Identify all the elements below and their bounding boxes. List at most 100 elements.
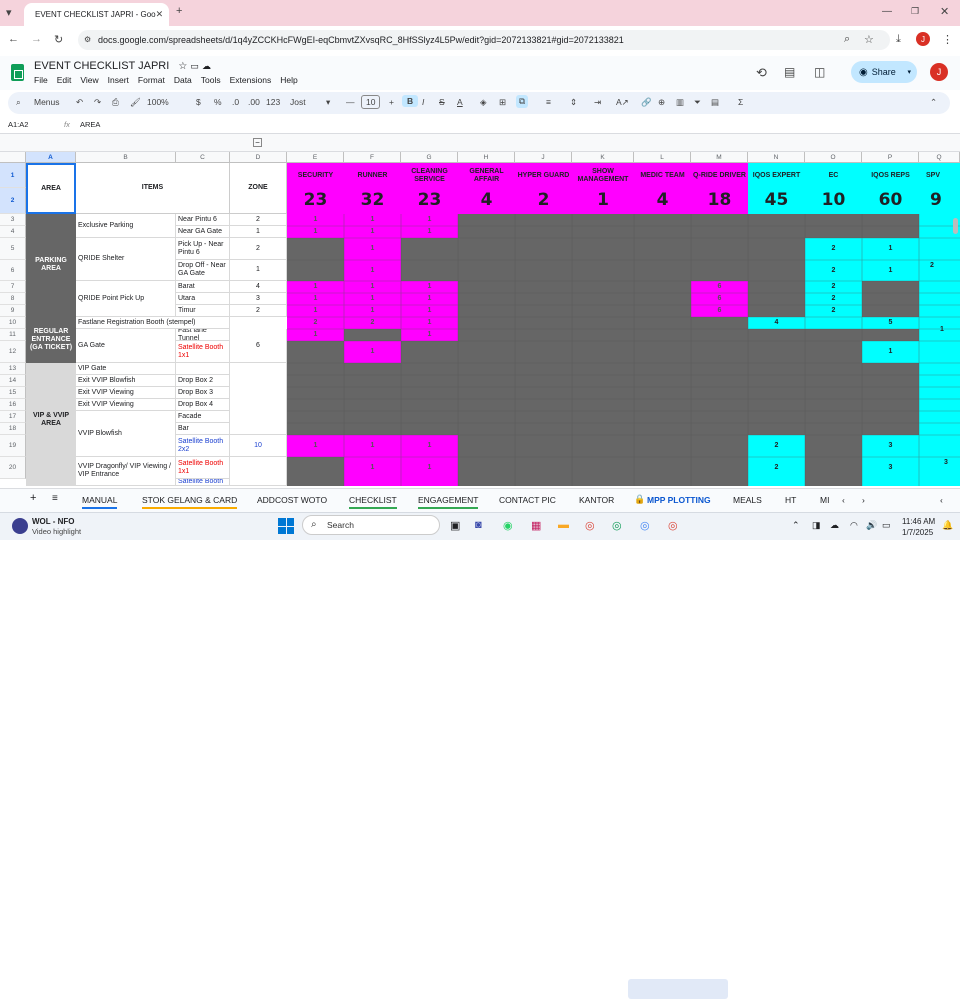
val-e8[interactable]: 1 <box>287 295 344 302</box>
val-p6[interactable]: 1 <box>862 267 919 274</box>
text-wrap-icon[interactable]: ⇥ <box>594 97 601 108</box>
comments-icon[interactable]: ▤ <box>784 65 795 79</box>
zone-r9[interactable]: 2 <box>230 305 287 317</box>
val-f6[interactable]: 1 <box>344 267 401 274</box>
sheet-tab-ht[interactable]: HT <box>785 495 796 505</box>
item-qride-point[interactable]: QRIDE Point Pick Up <box>76 281 176 317</box>
role-label-iqos-reps[interactable]: IQOS REPS <box>862 166 919 186</box>
sub-satellite-1x1-b[interactable]: Satellite Booth 1x1 <box>176 457 230 479</box>
row-header-8[interactable]: 8 <box>0 293 26 305</box>
item-vip-gate[interactable]: VIP Gate <box>76 363 176 375</box>
spreadsheet-grid[interactable]: − A B C D E F G H J K L M N O P Q 1 2 3 … <box>0 134 960 486</box>
menu-tools[interactable]: Tools <box>201 75 221 85</box>
file-explorer-icon[interactable]: ▬ <box>558 519 569 531</box>
val-f7[interactable]: 1 <box>344 283 401 290</box>
sub-satellite-partial[interactable]: Satellite Booth <box>176 479 230 486</box>
new-tab-icon[interactable]: + <box>176 5 182 17</box>
chrome-icon-4[interactable]: ◎ <box>668 519 678 532</box>
column-header-d[interactable]: D <box>230 152 287 163</box>
column-header-g[interactable]: G <box>401 152 458 163</box>
role-total-ec[interactable]: 10 <box>805 190 862 210</box>
row-header-9[interactable]: 9 <box>0 305 26 317</box>
share-dropdown-icon[interactable]: ▾ <box>907 68 911 76</box>
sub-empty-13[interactable] <box>176 363 230 375</box>
val-e4[interactable]: 1 <box>287 228 344 235</box>
role-total-spv[interactable]: 9 <box>930 190 960 210</box>
val-f4[interactable]: 1 <box>344 228 401 235</box>
borders-icon[interactable]: ⊞ <box>499 97 506 108</box>
taskbar-search-input[interactable]: ⌕ Search <box>302 515 440 535</box>
role-total-iqos-reps[interactable]: 60 <box>862 190 919 210</box>
menu-data[interactable]: Data <box>174 75 192 85</box>
row-header-3[interactable]: 3 <box>0 214 26 226</box>
zone-r5[interactable]: 2 <box>230 238 287 260</box>
zone-empty-20[interactable] <box>230 457 287 486</box>
decrease-decimal-button[interactable]: .0 <box>232 97 239 107</box>
sub-drop-box-3[interactable]: Drop Box 3 <box>176 387 230 399</box>
search-menus-label[interactable]: Menus <box>34 97 60 107</box>
val-n19[interactable]: 2 <box>748 442 805 449</box>
val-p20[interactable]: 3 <box>862 464 919 471</box>
row-header-17[interactable]: 17 <box>0 411 26 423</box>
column-header-p[interactable]: P <box>862 152 919 163</box>
task-view-icon[interactable]: ▣ <box>450 519 460 532</box>
role-label-cleaning[interactable]: CLEANING SERVICE <box>401 166 458 186</box>
formula-input[interactable]: AREA <box>80 120 100 129</box>
search-menus-icon[interactable]: ⌕ <box>16 97 21 108</box>
role-label-hyper-guard[interactable]: HYPER GUARD <box>515 166 572 186</box>
font-size-minus-icon[interactable]: — <box>346 97 355 107</box>
row-header-5[interactable]: 5 <box>0 238 26 260</box>
reload-icon[interactable]: ↻ <box>54 33 63 46</box>
horizontal-align-icon[interactable]: ≡ <box>546 97 551 107</box>
val-e3[interactable]: 1 <box>287 216 344 223</box>
menu-help[interactable]: Help <box>280 75 297 85</box>
tabs-scroll-right-icon[interactable]: › <box>862 495 865 505</box>
val-g7[interactable]: 1 <box>401 283 458 290</box>
redo-icon[interactable]: ↷ <box>94 97 101 108</box>
close-tab-icon[interactable]: ✕ <box>156 9 164 20</box>
role-label-spv[interactable]: SPV <box>926 166 956 186</box>
zone-r8[interactable]: 3 <box>230 293 287 305</box>
currency-button[interactable]: $ <box>196 97 201 107</box>
val-f20[interactable]: 1 <box>344 464 401 471</box>
volume-icon[interactable]: 🔊 <box>866 520 877 531</box>
role-total-iqos-expert[interactable]: 45 <box>748 190 805 210</box>
onedrive-icon[interactable]: ☁ <box>830 520 839 531</box>
widget-subtitle[interactable]: Video highlight <box>32 527 81 536</box>
val-f19[interactable]: 1 <box>344 442 401 449</box>
all-sheets-icon[interactable]: ≡ <box>52 493 58 504</box>
sub-satellite-2x2[interactable]: Satellite Booth 2x2 <box>176 435 230 457</box>
number-format-button[interactable]: 123 <box>266 97 280 107</box>
menu-file[interactable]: File <box>34 75 48 85</box>
increase-decimal-button[interactable]: .00 <box>248 97 260 107</box>
role-total-show-management[interactable]: 1 <box>572 190 634 210</box>
text-rotation-icon[interactable]: A↗ <box>616 97 629 108</box>
share-button[interactable]: ◉ Share ▾ <box>851 61 917 83</box>
row-header-11[interactable]: 11 <box>0 329 26 341</box>
bookmark-star-icon[interactable]: ☆ <box>864 33 874 46</box>
sub-drop-off[interactable]: Drop Off - Near GA Gate <box>176 260 230 281</box>
item-exit-vvip-viewing-2[interactable]: Exit VVIP Viewing <box>76 399 176 411</box>
role-label-ec[interactable]: EC <box>805 166 862 186</box>
val-f3[interactable]: 1 <box>344 216 401 223</box>
menu-edit[interactable]: Edit <box>57 75 72 85</box>
filter-icon[interactable]: ⏷ <box>694 97 701 108</box>
sub-near-pintu-6[interactable]: Near Pintu 6 <box>176 214 230 226</box>
move-folder-icon[interactable]: ▭ <box>190 61 199 71</box>
tray-app-icon[interactable]: ◨ <box>812 520 821 531</box>
cloud-status-icon[interactable]: ☁ <box>202 61 211 71</box>
sheet-tab-meals[interactable]: MEALS <box>733 495 762 505</box>
print-icon[interactable]: ⎙ <box>112 97 119 108</box>
strikethrough-icon[interactable]: S <box>439 97 445 107</box>
role-label-security[interactable]: SECURITY <box>287 166 344 186</box>
chrome-icon-1[interactable]: ◎ <box>585 519 595 532</box>
val-g10[interactable]: 1 <box>401 319 458 326</box>
val-g3[interactable]: 1 <box>401 216 458 223</box>
val-o7[interactable]: 2 <box>805 283 862 290</box>
val-q11[interactable]: 1 <box>940 326 960 333</box>
column-header-q[interactable]: Q <box>919 152 960 163</box>
browser-menu-icon[interactable]: ⋮ <box>942 33 953 46</box>
column-header-l[interactable]: L <box>634 152 691 163</box>
font-size-plus-icon[interactable]: + <box>389 97 394 107</box>
column-header-f[interactable]: F <box>344 152 401 163</box>
